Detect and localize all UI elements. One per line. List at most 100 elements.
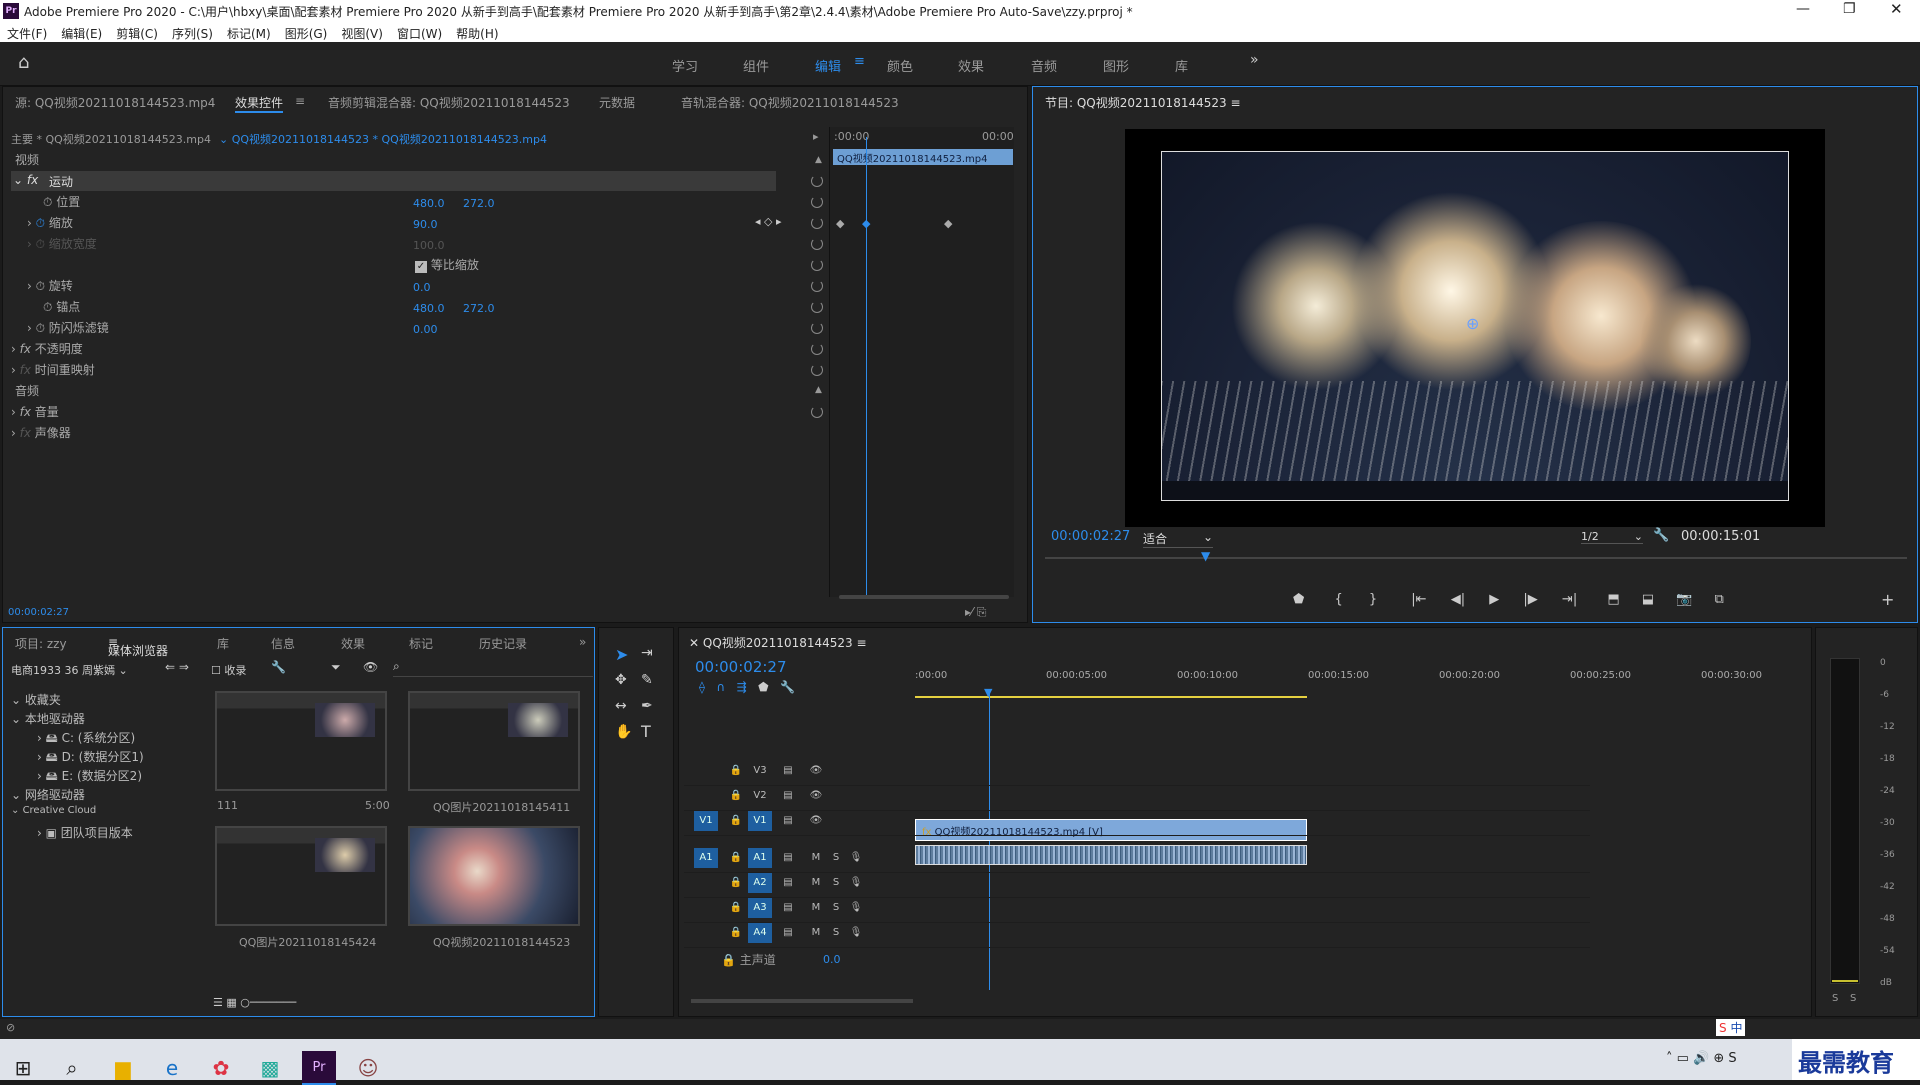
timeline-tool-icons[interactable]: ⟠ ∩ ⇶ ⬟ 🔧 <box>699 680 795 694</box>
lock-icon[interactable]: 🔒 <box>724 761 748 781</box>
tree-item[interactable]: › ▣ 团队项目版本 <box>37 824 133 841</box>
tab-audio-clip-mixer[interactable]: 音频剪辑混合器: QQ视频20211018144523 <box>328 94 570 111</box>
program-timecode[interactable]: 00:00:02:27 <box>1051 529 1130 544</box>
track-target[interactable]: V1 <box>694 811 718 831</box>
position-y[interactable]: 272.0 <box>463 197 495 210</box>
position-x[interactable]: 480.0 <box>413 197 445 210</box>
lock-icon[interactable]: 🔒 <box>724 786 748 806</box>
solo-right-button[interactable]: S <box>1850 993 1856 1004</box>
tab-markers[interactable]: 标记 <box>409 635 433 652</box>
add-marker-icon[interactable]: ⬟ <box>1293 592 1304 607</box>
menu-item[interactable]: 图形(G) <box>285 27 328 41</box>
ime-indicator[interactable]: S 中 <box>1716 1019 1746 1036</box>
track-header[interactable]: V1 🔒 V1 ▤ 👁 <box>684 811 1590 836</box>
master-clip-label[interactable]: 主要 * QQ视频20211018144523.mp4 <box>11 131 211 147</box>
program-title[interactable]: 节目: QQ视频20211018144523 ≡ <box>1045 94 1241 111</box>
menu-item[interactable]: 剪辑(C) <box>116 27 158 41</box>
reset-icon[interactable] <box>811 196 823 208</box>
tray-icons[interactable]: ˄ ▭ 🔊 ⊕ S <box>1666 1051 1737 1066</box>
anchor-y[interactable]: 272.0 <box>463 302 495 315</box>
tab-effects[interactable]: 效果 <box>341 635 365 652</box>
playhead-handle-icon[interactable]: ▼ <box>984 686 992 699</box>
ripple-edit-tool-icon[interactable]: ✥ <box>615 672 627 688</box>
ingest-checkbox[interactable]: ☐ 收录 <box>211 662 246 678</box>
timeline-timecode[interactable]: 00:00:02:27 <box>695 658 787 676</box>
slip-tool-icon[interactable]: ↔ <box>615 698 627 714</box>
lock-icon[interactable]: 🔒 <box>724 898 748 918</box>
track-target[interactable]: V1 <box>748 811 772 831</box>
rotation-value[interactable]: 0.0 <box>413 281 431 294</box>
chevron-icon[interactable]: › ▣ <box>37 826 61 840</box>
menu-item[interactable]: 序列(S) <box>172 27 213 41</box>
filter-icon[interactable]: ⏷ <box>331 660 341 675</box>
go-to-in-icon[interactable]: |⇤ <box>1411 592 1426 607</box>
mark-in-icon[interactable]: { <box>1334 592 1342 607</box>
chevron-icon[interactable]: › 🖴 <box>37 769 62 783</box>
track-target[interactable]: A1 <box>748 848 772 868</box>
reset-icon[interactable] <box>811 238 823 250</box>
track-control[interactable]: ▤ <box>776 923 800 943</box>
checkbox-icon[interactable]: ✓ <box>415 261 427 273</box>
clip-dropdown[interactable]: ⌄ QQ视频20211018144523 * QQ视频2021101814452… <box>219 131 547 147</box>
tab-menu-icon[interactable]: ≡ <box>295 94 305 108</box>
track-control[interactable]: ▤ <box>776 811 800 831</box>
ingest-settings-icon[interactable]: 🔧 <box>271 660 286 674</box>
mini-clip-bar[interactable]: QQ视频20211018144523.mp4 <box>833 149 1013 165</box>
track-control[interactable]: ▤ <box>776 898 800 918</box>
timeline-scrollbar[interactable] <box>691 999 913 1003</box>
time-ruler[interactable]: :00:00 00:00:05:00 00:00:10:00 00:00:15:00 0… <box>915 668 1801 698</box>
track-header[interactable]: 🔒 V3 ▤ 👁 <box>684 761 1590 786</box>
workspace-tab[interactable]: 库 <box>1175 56 1188 75</box>
scroll-up-icon[interactable]: ▲ <box>815 155 822 165</box>
track-target[interactable]: A1 <box>694 848 718 868</box>
track-header[interactable]: 🔒 A3 ▤ M S 🎙 <box>684 898 1590 923</box>
track-header[interactable]: 🔒 A4 ▤ M S 🎙 <box>684 923 1590 948</box>
work-area-bar[interactable] <box>915 696 1307 698</box>
scale-row[interactable]: › ⏱ 缩放 <box>27 214 73 234</box>
solo-left-button[interactable]: S <box>1832 993 1838 1004</box>
keyframe-nav[interactable]: ◂ ◇ ▸ <box>755 215 782 228</box>
menu-item[interactable]: 文件(F) <box>7 27 47 41</box>
tab-info[interactable]: 信息 <box>271 635 295 652</box>
close-icon[interactable]: ✕ <box>1890 0 1903 18</box>
search-input[interactable]: ⌕ <box>393 659 593 677</box>
program-playhead[interactable]: ▼ <box>1201 549 1210 563</box>
menu-item[interactable]: 视图(V) <box>341 27 383 41</box>
track-target[interactable]: A3 <box>748 898 772 918</box>
home-icon[interactable]: ⌂ <box>18 52 29 73</box>
settings-wrench-icon[interactable]: 🔧 <box>1653 528 1669 543</box>
chevron-icon[interactable]: ⌄ <box>11 712 25 726</box>
tab-effect-controls[interactable]: 效果控件 <box>235 94 284 113</box>
reset-icon[interactable] <box>811 406 823 418</box>
scale-value[interactable]: 90.0 <box>413 218 438 231</box>
flicker-value[interactable]: 0.00 <box>413 323 438 336</box>
track-target[interactable]: A4 <box>748 923 772 943</box>
more-workspaces-icon[interactable]: » <box>1250 52 1259 68</box>
mark-out-icon[interactable]: } <box>1369 592 1377 607</box>
track-control[interactable]: ▤ <box>776 786 800 806</box>
track-control[interactable]: 🎙 <box>844 873 868 893</box>
workspace-tab[interactable]: 编辑 <box>815 56 841 75</box>
mini-playhead[interactable] <box>866 137 867 597</box>
uniform-scale-row[interactable]: ✓ 等比缩放 <box>415 256 479 276</box>
step-back-icon[interactable]: ◀| <box>1451 592 1465 607</box>
resolution-select[interactable]: 1/2 ⌄ <box>1581 530 1643 544</box>
track-control[interactable]: 👁 <box>804 811 828 831</box>
media-thumbnail[interactable] <box>215 691 387 791</box>
track-target[interactable]: V3 <box>748 761 772 781</box>
track-control[interactable]: 👁 <box>804 761 828 781</box>
workspace-tab[interactable]: 图形 <box>1103 56 1129 75</box>
flicker-row[interactable]: › ⏱ 防闪烁滤镜 <box>27 319 109 339</box>
workspace-tab[interactable]: 学习 <box>672 56 698 75</box>
step-forward-icon[interactable]: |▶ <box>1523 592 1537 607</box>
media-thumbnail[interactable] <box>408 826 580 926</box>
tab-metadata[interactable]: 元数据 <box>599 94 635 111</box>
reset-icon[interactable] <box>811 301 823 313</box>
workspace-menu-icon[interactable]: ≡ <box>854 54 865 69</box>
chevron-icon[interactable]: ⌄ <box>11 788 25 802</box>
keyframe-icon[interactable]: ◆ <box>836 217 844 230</box>
tree-item[interactable]: ⌄ 本地驱动器 <box>11 710 85 727</box>
effect-mini-timeline[interactable]: :00:00 00:00 QQ视频20211018144523.mp4 ◆ ◆ … <box>829 127 1014 597</box>
export-frame-icon[interactable]: ▸⁄ ⎘ <box>965 605 986 620</box>
tree-item[interactable]: › 🖴 D: (数据分区1) <box>37 748 144 769</box>
